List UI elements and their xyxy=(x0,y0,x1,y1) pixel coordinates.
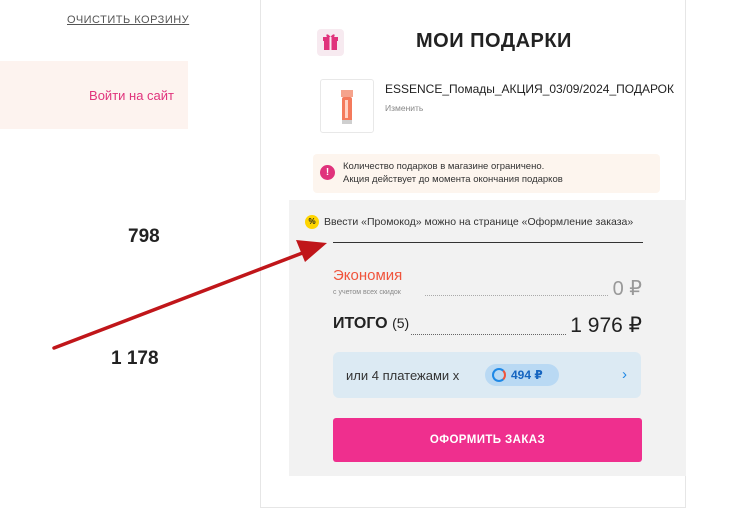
login-link[interactable]: Войти на сайт xyxy=(89,88,174,103)
clear-cart-link[interactable]: ОЧИСТИТЬ КОРЗИНУ xyxy=(67,14,189,26)
cart-page: ОЧИСТИТЬ КОРЗИНУ Войти на сайт 798 1 178… xyxy=(0,0,752,510)
installments-text: или 4 платежами х xyxy=(346,368,460,383)
economy-sublabel: с учетом всех скидок xyxy=(333,289,401,296)
cart-price-value: 1 178 xyxy=(111,348,159,369)
total-label: ИТОГО (5) xyxy=(333,315,409,333)
total-count: (5) xyxy=(392,315,410,331)
gift-edit-link[interactable]: Изменить xyxy=(385,103,423,113)
installment-amount: 494 ₽ xyxy=(511,368,543,382)
gift-icon xyxy=(317,29,344,56)
installment-amount-badge: 494 ₽ xyxy=(485,364,559,386)
economy-value: 0 ₽ xyxy=(612,278,642,300)
percent-icon: % xyxy=(305,215,319,229)
gift-product-name: ESSENCE_Помады_АКЦИЯ_03/09/2024_ПОДАРОК xyxy=(385,82,675,96)
notice-line: Количество подарков в магазине ограничен… xyxy=(343,161,545,172)
order-summary: % Ввести «Промокод» можно на странице «О… xyxy=(289,200,686,476)
installment-ring-icon xyxy=(492,368,506,382)
checkout-button[interactable]: ОФОРМИТЬ ЗАКАЗ xyxy=(333,418,642,462)
promo-hint: Ввести «Промокод» можно на странице «Офо… xyxy=(324,216,634,228)
order-panel: МОИ ПОДАРКИ ESSENCE_Помады_АКЦИЯ_03/09/2… xyxy=(260,0,686,508)
notice-text: Количество подарков в магазине ограничен… xyxy=(343,160,563,186)
gift-notice: ! Количество подарков в магазине огранич… xyxy=(313,154,660,193)
gifts-title: МОИ ПОДАРКИ xyxy=(416,30,572,52)
cart-price-value: 798 xyxy=(128,226,160,247)
installments-banner[interactable]: или 4 платежами х 494 ₽ › xyxy=(333,352,641,398)
login-box: Войти на сайт xyxy=(0,61,188,129)
info-icon: ! xyxy=(320,165,335,180)
dotted-leader xyxy=(425,295,608,296)
dotted-leader xyxy=(411,334,566,335)
notice-line: Акция действует до момента окончания под… xyxy=(343,174,563,185)
total-value: 1 976 ₽ xyxy=(570,314,642,337)
promo-divider xyxy=(333,242,643,243)
product-image[interactable] xyxy=(320,79,374,133)
total-label-text: ИТОГО xyxy=(333,315,388,332)
economy-label: Экономия xyxy=(333,267,403,284)
chevron-right-icon: › xyxy=(622,366,627,383)
